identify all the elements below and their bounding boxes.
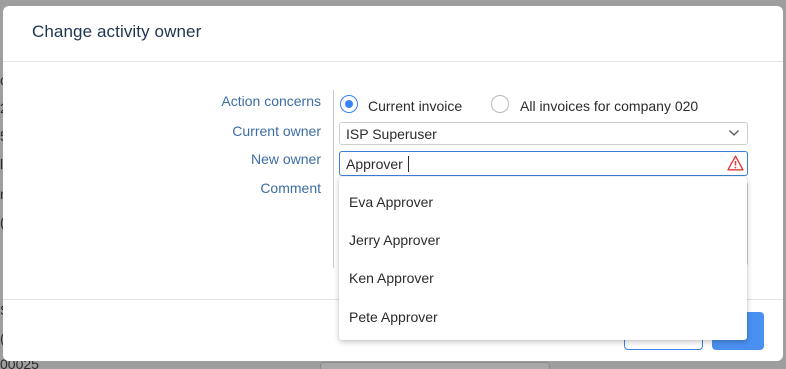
- radio-current-invoice[interactable]: [340, 95, 358, 113]
- new-owner-suggestions: Eva Approver Jerry Approver Ken Approver…: [339, 177, 747, 340]
- form-divider: [333, 90, 334, 268]
- header-divider: [3, 61, 783, 62]
- dialog-title: Change activity owner: [32, 22, 202, 41]
- suggestion-item[interactable]: Pete Approver: [339, 298, 747, 336]
- current-owner-label: Current owner: [232, 123, 321, 139]
- warning-triangle-icon: [727, 155, 744, 171]
- action-concerns-label: Action concerns: [221, 93, 321, 109]
- radio-all-invoices[interactable]: [491, 95, 509, 113]
- comment-label: Comment: [260, 180, 321, 196]
- background-field: [320, 362, 550, 369]
- suggestion-item[interactable]: Ken Approver: [339, 259, 747, 297]
- new-owner-label: New owner: [250, 151, 321, 167]
- suggestion-item[interactable]: Eva Approver: [339, 183, 747, 221]
- suggestion-item[interactable]: Jerry Approver: [339, 221, 747, 259]
- radio-all-invoices-label[interactable]: All invoices for company 020: [520, 98, 698, 114]
- text-caret: [408, 156, 409, 172]
- new-owner-value: Approver: [346, 156, 403, 172]
- new-owner-input[interactable]: Approver: [339, 151, 748, 176]
- chevron-down-icon: [729, 130, 739, 136]
- current-owner-value: ISP Superuser: [346, 126, 437, 142]
- current-owner-select[interactable]: ISP Superuser: [339, 122, 748, 145]
- radio-current-invoice-label[interactable]: Current invoice: [368, 98, 462, 114]
